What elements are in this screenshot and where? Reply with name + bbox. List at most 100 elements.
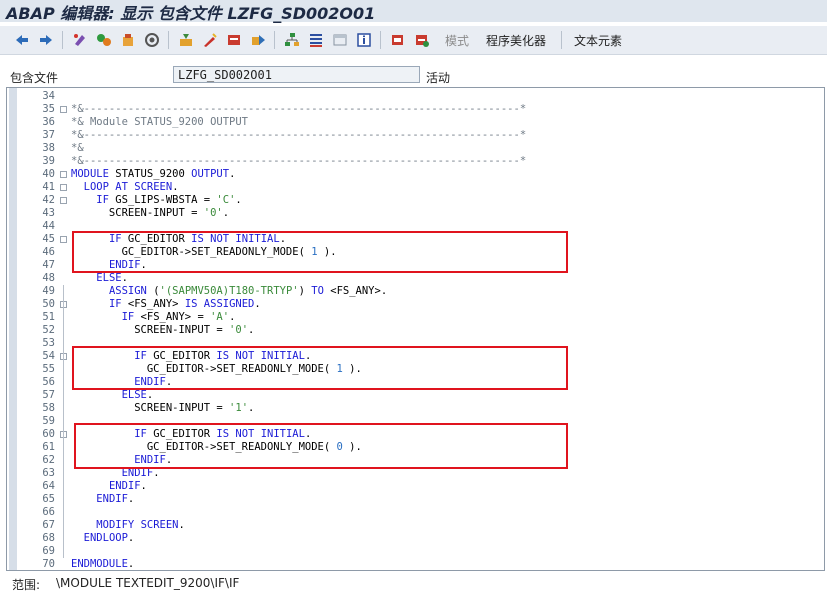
code-line: ASSIGN ('(SAPMV50A)T180-TRTYP') TO <FS_A… (108, 285, 388, 297)
mode-button[interactable]: 模式 (445, 32, 469, 49)
code-line: ELSE. (96, 272, 128, 284)
info-icon[interactable] (356, 32, 372, 48)
toolbar-separator (168, 31, 169, 49)
object-status: 活动 (426, 71, 451, 85)
line-number: 49 (42, 285, 55, 297)
line-number: 38 (42, 142, 55, 154)
other-object-icon[interactable] (72, 32, 88, 48)
line-number: 60 (42, 428, 55, 440)
code-line: IF <FS_ANY> = 'A'. (121, 311, 236, 323)
line-number: 47 (42, 259, 55, 271)
code-line: SCREEN-INPUT = '0'. (71, 207, 230, 219)
toolbar-separator (380, 31, 381, 49)
line-number: 67 (42, 519, 55, 531)
include-file-field[interactable]: LZFG_SD002O01 (173, 66, 420, 83)
line-number: 54 (42, 350, 55, 362)
line-number: 66 (42, 506, 55, 518)
fold-toggle-icon[interactable] (60, 171, 67, 178)
line-number: 37 (42, 129, 55, 141)
code-editor[interactable]: 34 35 *&----------------------------------… (6, 87, 825, 571)
hierarchy-icon[interactable] (284, 32, 300, 48)
line-number: 62 (42, 454, 55, 466)
forward-arrow-icon[interactable] (38, 32, 54, 48)
code-line: MODULE STATUS_9200 OUTPUT. (71, 168, 236, 180)
line-number: 56 (42, 376, 55, 388)
fold-toggle-icon[interactable] (60, 236, 67, 243)
code-line: SCREEN-INPUT = '1'. (71, 402, 255, 414)
code-line: *&--------------------------------------… (71, 103, 527, 115)
line-number: 53 (42, 337, 55, 349)
code-line: ELSE. (121, 389, 154, 401)
line-number: 52 (42, 324, 55, 336)
code-line: *& (71, 142, 84, 154)
pattern-icon[interactable] (390, 32, 406, 48)
line-number: 50 (42, 298, 55, 310)
line-number: 46 (42, 246, 55, 258)
code-line: ENDIF. (108, 480, 147, 492)
pretty-print-icon[interactable] (414, 32, 430, 48)
display-change-icon[interactable] (96, 32, 112, 48)
include-file-label: 包含文件 (10, 71, 59, 85)
line-number: 34 (42, 90, 55, 102)
line-number: 40 (42, 168, 55, 180)
line-number: 58 (42, 402, 55, 414)
line-number: 43 (42, 207, 55, 219)
line-number: 68 (42, 532, 55, 544)
check-icon[interactable] (144, 32, 160, 48)
execute-icon[interactable] (250, 32, 266, 48)
activate-icon[interactable] (120, 32, 136, 48)
line-number: 36 (42, 116, 55, 128)
line-number: 59 (42, 415, 55, 427)
line-number: 70 (42, 558, 55, 570)
line-number: 35 (42, 103, 55, 115)
application-toolbar: 模式 程序美化器 文本元素 (0, 26, 827, 55)
line-number: 39 (42, 155, 55, 167)
line-number: 48 (42, 272, 55, 284)
line-number: 63 (42, 467, 55, 479)
code-line: *&--------------------------------------… (71, 155, 527, 167)
highlight-box-readonly-2 (72, 346, 568, 390)
fold-toggle-icon[interactable] (60, 106, 67, 113)
fold-toggle-icon[interactable] (60, 184, 67, 191)
line-number: 61 (42, 441, 55, 453)
line-number: 51 (42, 311, 55, 323)
code-line: *& Module STATUS_9200 OUTPUT (71, 116, 249, 128)
code-line: *&--------------------------------------… (71, 129, 527, 141)
line-number: 69 (42, 545, 55, 557)
line-number: 41 (42, 181, 55, 193)
code-line: LOOP AT SCREEN. (83, 181, 179, 193)
line-number: 57 (42, 389, 55, 401)
line-number: 45 (42, 233, 55, 245)
display-object-icon[interactable] (332, 32, 348, 48)
debug-icon[interactable] (226, 32, 242, 48)
code-line: ENDMODULE. (71, 558, 135, 570)
fold-toggle-icon[interactable] (60, 197, 67, 204)
line-number: 55 (42, 363, 55, 375)
pretty-printer-button[interactable]: 程序美化器 (486, 32, 546, 49)
code-line: SCREEN-INPUT = '0'. (71, 324, 255, 336)
code-line: ENDIF. (96, 493, 135, 505)
scope-value: \MODULE TEXTEDIT_9200\IF\IF (56, 576, 240, 590)
text-elements-button[interactable]: 文本元素 (574, 32, 622, 49)
align-icon[interactable] (308, 32, 324, 48)
back-arrow-icon[interactable] (14, 32, 30, 48)
code-line: IF <FS_ANY> IS ASSIGNED. (108, 298, 261, 310)
status-bar: 范围: \MODULE TEXTEDIT_9200\IF\IF (0, 571, 827, 597)
code-line: MODIFY SCREEN. (96, 519, 185, 531)
code-line: IF GS_LIPS-WBSTA = 'C'. (96, 194, 242, 206)
toolbar-separator (561, 31, 562, 49)
line-number: 64 (42, 480, 55, 492)
position-icon[interactable] (202, 32, 218, 48)
toolbar-separator (62, 31, 63, 49)
where-used-icon[interactable] (178, 32, 194, 48)
scope-label: 范围: (12, 578, 41, 592)
title-bar: ABAP 编辑器: 显示 包含文件 LZFG_SD002O01 (0, 0, 827, 23)
line-number: 42 (42, 194, 55, 206)
window-title: ABAP 编辑器: 显示 包含文件 LZFG_SD002O01 (6, 4, 376, 23)
highlight-box-readonly-3 (74, 423, 568, 469)
highlight-box-readonly-1 (72, 231, 568, 273)
code-line: ENDLOOP. (83, 532, 135, 544)
line-number: 44 (42, 220, 55, 232)
fold-guide (63, 285, 64, 558)
toolbar-separator (274, 31, 275, 49)
